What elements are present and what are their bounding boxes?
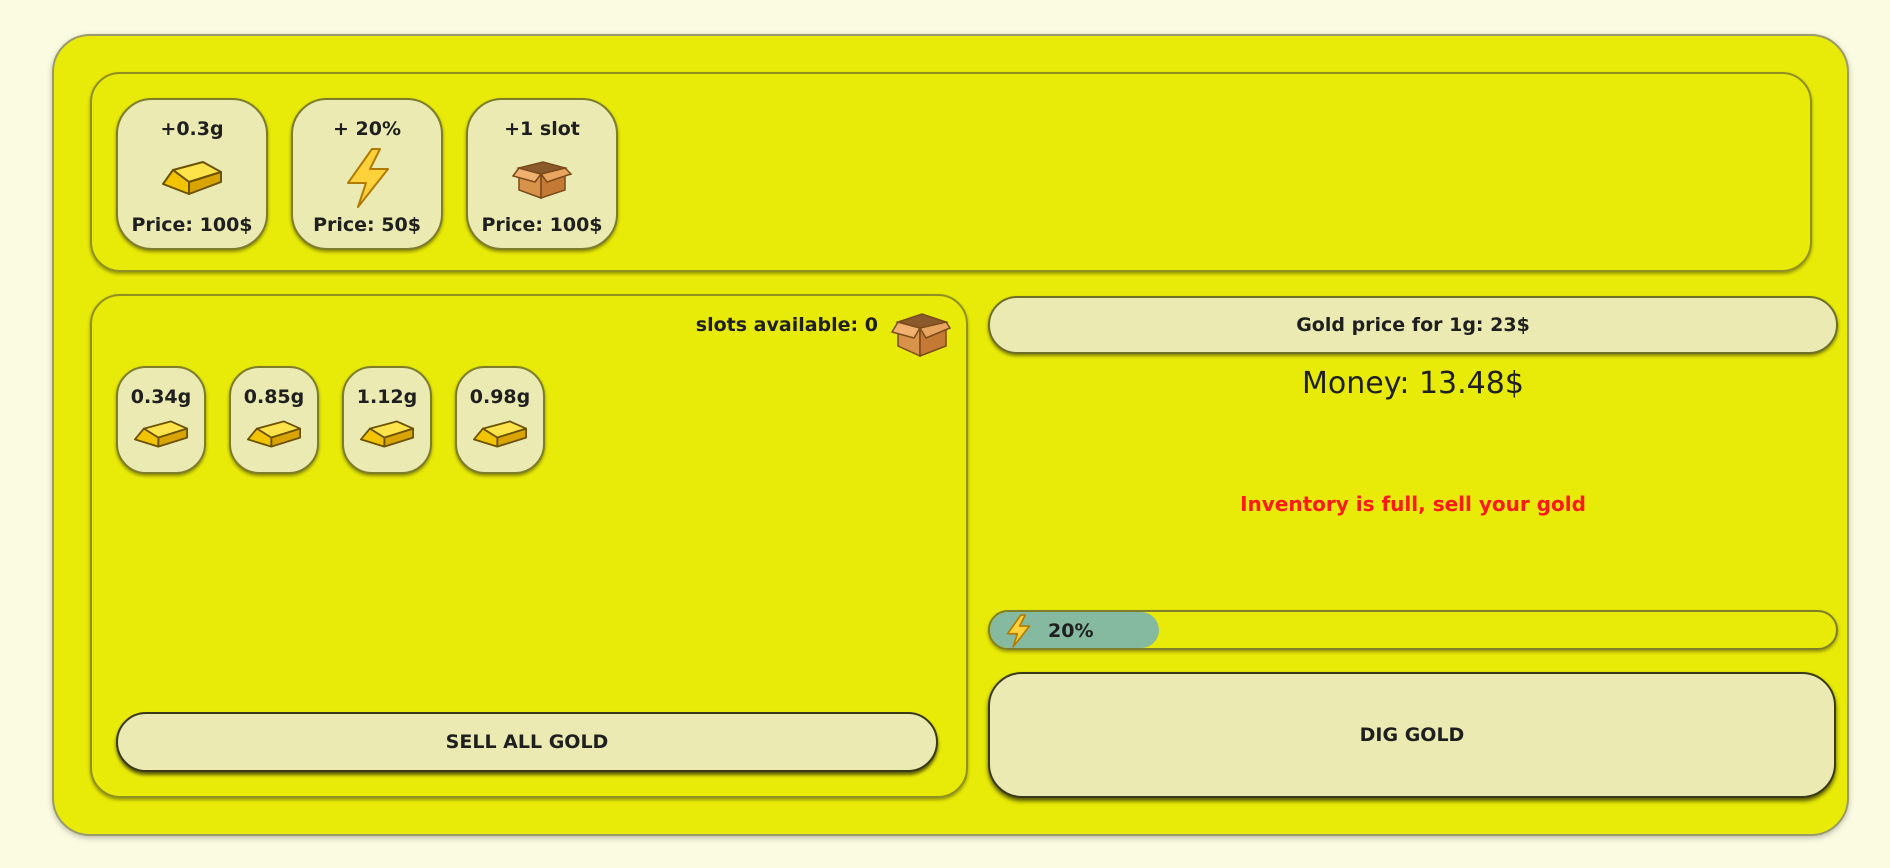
gold-bar-icon (457, 416, 543, 452)
upgrade-energy-label: + 20% (332, 118, 401, 140)
gold-bar-icon (231, 416, 317, 452)
money-display: Money: 13.48$ (1302, 366, 1524, 401)
game-panel: +0.3g Price: 100$ + 20% Price: 50$ +1 sl… (52, 34, 1849, 836)
lightning-icon (1002, 614, 1034, 648)
upgrade-slot-card[interactable]: +1 slot Price: 100$ (466, 98, 618, 250)
dig-gold-button[interactable]: DIG GOLD (988, 672, 1836, 798)
energy-bar: 20% (988, 610, 1838, 650)
gold-item: 0.85g (229, 366, 319, 474)
upgrade-shop: +0.3g Price: 100$ + 20% Price: 50$ +1 sl… (90, 72, 1812, 272)
upgrade-energy-card[interactable]: + 20% Price: 50$ (291, 98, 443, 250)
sell-all-gold-button[interactable]: SELL ALL GOLD (116, 712, 938, 772)
inventory-panel: slots available: 0 0.34g 0.85g 1.12g 0.9… (90, 294, 968, 798)
upgrade-slot-label: +1 slot (504, 118, 580, 140)
energy-percent: 20% (1048, 620, 1094, 642)
gold-item: 0.34g (116, 366, 206, 474)
upgrade-gold-card[interactable]: +0.3g Price: 100$ (116, 98, 268, 250)
upgrade-gold-price: Price: 100$ (131, 214, 253, 236)
gold-price-display: Gold price for 1g: 23$ (988, 296, 1838, 354)
gold-weight: 0.98g (469, 386, 531, 408)
gold-bar-icon (118, 416, 204, 452)
box-icon (468, 148, 616, 208)
inventory-full-warning: Inventory is full, sell your gold (1240, 492, 1586, 516)
gold-weight: 1.12g (356, 386, 418, 408)
gold-weight: 0.85g (243, 386, 305, 408)
box-icon (890, 308, 952, 362)
upgrade-slot-price: Price: 100$ (481, 214, 603, 236)
gold-bar-icon (344, 416, 430, 452)
gold-bar-icon (118, 148, 266, 208)
lightning-icon (293, 148, 441, 208)
slots-available-label: slots available: 0 (695, 314, 878, 336)
gold-weight: 0.34g (130, 386, 192, 408)
gold-item: 0.98g (455, 366, 545, 474)
gold-item: 1.12g (342, 366, 432, 474)
upgrade-gold-label: +0.3g (160, 118, 224, 140)
upgrade-energy-price: Price: 50$ (313, 214, 421, 236)
